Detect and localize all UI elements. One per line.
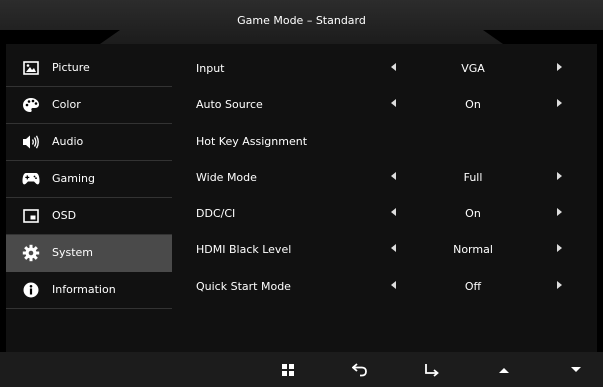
- settings-list: Input VGA Auto Source On Hot Key Assignm…: [184, 50, 597, 304]
- setting-value: On: [465, 98, 481, 112]
- setting-label: HDMI Black Level: [196, 243, 292, 257]
- enter-icon[interactable]: [422, 361, 442, 379]
- setting-row-ddc-ci[interactable]: DDC/CI On: [184, 195, 597, 231]
- left-arrow-icon[interactable]: [391, 280, 396, 289]
- sidebar-item-osd[interactable]: OSD: [6, 198, 172, 235]
- back-icon[interactable]: [350, 361, 370, 379]
- setting-label: Quick Start Mode: [196, 279, 291, 293]
- button-bar: [0, 352, 603, 387]
- sidebar-item-label: System: [52, 246, 94, 259]
- sidebar-item-system[interactable]: System: [6, 235, 172, 272]
- gear-icon: [22, 244, 40, 262]
- sidebar-item-label: Audio: [52, 135, 84, 148]
- setting-row-quick-start-mode[interactable]: Quick Start Mode Off: [184, 268, 597, 304]
- setting-value: Normal: [453, 243, 493, 257]
- menu-grid-icon[interactable]: [278, 361, 298, 379]
- left-arrow-icon[interactable]: [391, 244, 396, 253]
- setting-row-hdmi-black-level[interactable]: HDMI Black Level Normal: [184, 231, 597, 267]
- osd-window: Game Mode – Standard Picture Color Audio: [0, 0, 603, 387]
- setting-row-input[interactable]: Input VGA: [184, 50, 597, 86]
- setting-value: Off: [464, 279, 482, 293]
- sidebar-item-label: Gaming: [52, 172, 95, 185]
- osd-title: Game Mode – Standard: [237, 14, 366, 27]
- up-arrow-icon[interactable]: [494, 361, 514, 379]
- header-accent-left: [0, 30, 120, 44]
- sidebar-item-label: Color: [52, 98, 81, 111]
- right-arrow-icon[interactable]: [557, 171, 562, 180]
- speaker-icon: [22, 134, 40, 150]
- left-arrow-icon[interactable]: [391, 99, 396, 108]
- sidebar-item-label: OSD: [52, 209, 77, 222]
- sidebar-item-audio[interactable]: Audio: [6, 124, 172, 161]
- osd-header: Game Mode – Standard: [0, 0, 603, 44]
- setting-label: Hot Key Assignment: [196, 134, 308, 148]
- right-arrow-icon[interactable]: [557, 63, 562, 71]
- setting-value: VGA: [461, 62, 485, 75]
- sidebar-item-picture[interactable]: Picture: [6, 50, 172, 87]
- setting-row-hot-key-assignment[interactable]: Hot Key Assignment: [184, 123, 597, 159]
- sidebar-item-gaming[interactable]: Gaming: [6, 161, 172, 198]
- header-accent-right: [483, 30, 603, 44]
- right-arrow-icon[interactable]: [557, 244, 562, 253]
- left-arrow-icon[interactable]: [391, 171, 396, 180]
- setting-value: On: [465, 207, 481, 221]
- sidebar-item-label: Information: [52, 283, 116, 296]
- setting-label: Auto Source: [196, 98, 263, 112]
- right-arrow-icon[interactable]: [557, 99, 562, 108]
- setting-row-auto-source[interactable]: Auto Source On: [184, 86, 597, 122]
- left-arrow-icon[interactable]: [391, 208, 396, 217]
- osd-icon: [22, 208, 40, 224]
- setting-label: Wide Mode: [196, 170, 257, 184]
- setting-label: DDC/CI: [196, 207, 236, 221]
- info-icon: [22, 282, 40, 298]
- sidebar-item-information[interactable]: Information: [6, 272, 172, 309]
- left-arrow-icon[interactable]: [391, 63, 396, 71]
- setting-value: Full: [463, 170, 483, 184]
- gamepad-icon: [22, 171, 40, 187]
- right-arrow-icon[interactable]: [557, 208, 562, 217]
- down-arrow-icon[interactable]: [566, 361, 586, 379]
- setting-label: Input: [196, 62, 225, 75]
- right-arrow-icon[interactable]: [557, 280, 562, 289]
- palette-icon: [22, 97, 40, 113]
- sidebar-item-label: Picture: [52, 61, 90, 74]
- sidebar: Picture Color Audio Gaming OSD System In…: [6, 50, 172, 309]
- picture-icon: [22, 60, 40, 76]
- sidebar-item-color[interactable]: Color: [6, 87, 172, 124]
- setting-row-wide-mode[interactable]: Wide Mode Full: [184, 159, 597, 195]
